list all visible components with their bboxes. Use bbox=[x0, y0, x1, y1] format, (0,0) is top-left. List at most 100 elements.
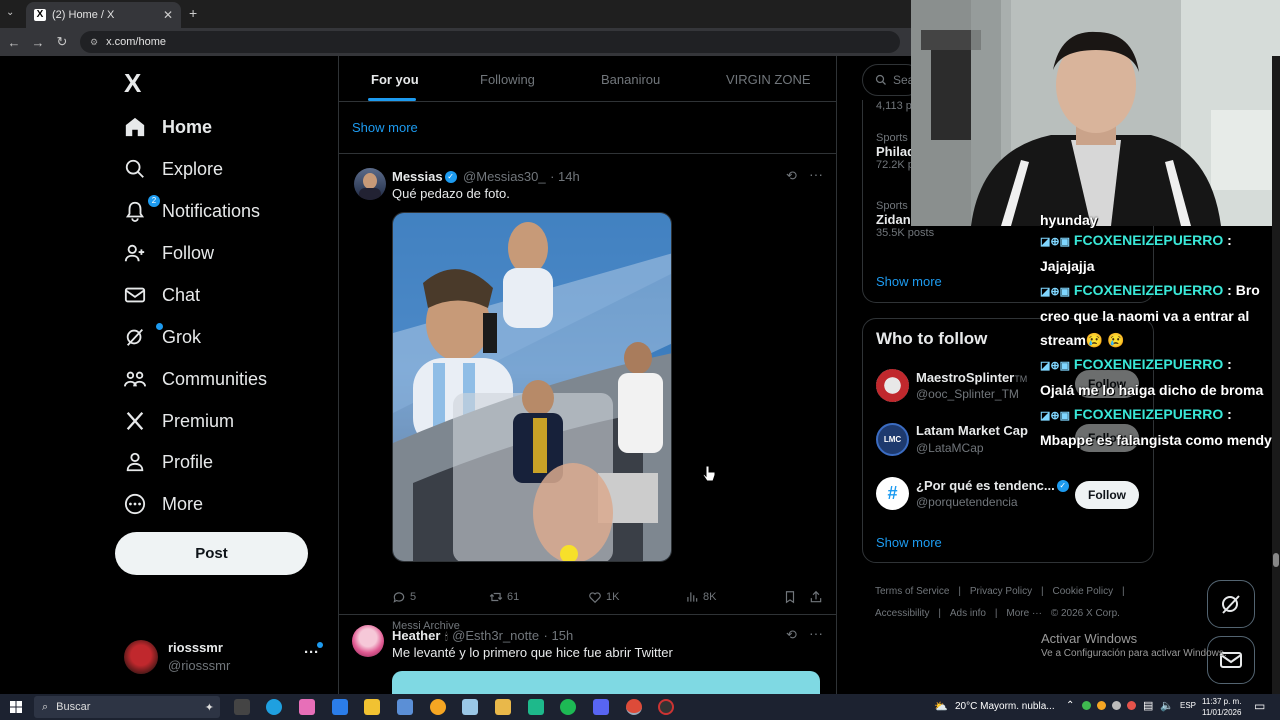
activate-title: Activar Windows bbox=[1041, 631, 1138, 646]
show-more-link[interactable]: Show more bbox=[876, 274, 942, 289]
scrollbar-thumb[interactable] bbox=[1273, 553, 1279, 567]
nav-explore[interactable]: Explore bbox=[124, 151, 223, 187]
show-more-link[interactable]: Show more bbox=[352, 120, 418, 135]
tweet-author-handle[interactable]: @Messias30_ bbox=[463, 169, 546, 184]
tray-app-icon[interactable] bbox=[1127, 701, 1136, 710]
footer-privacy[interactable]: Privacy Policy bbox=[970, 586, 1032, 597]
follow-button[interactable]: Follow bbox=[1075, 481, 1139, 509]
nav-notifications[interactable]: 2 Notifications bbox=[124, 193, 260, 229]
reply-button[interactable]: 5 bbox=[392, 590, 416, 604]
notification-badge: 2 bbox=[148, 195, 160, 207]
nav-premium[interactable]: Premium bbox=[124, 403, 234, 439]
tab-virgin-zone[interactable]: VIRGIN ZONE bbox=[726, 72, 811, 87]
tray-app-icon[interactable] bbox=[1082, 701, 1091, 710]
retweet-button[interactable]: 61 bbox=[489, 590, 519, 604]
obs-icon[interactable] bbox=[658, 699, 674, 715]
nav-more[interactable]: More bbox=[124, 486, 203, 522]
tweet-more-icon[interactable]: ··· bbox=[809, 625, 823, 641]
clock[interactable]: 11:37 p. m. 11/01/2026 bbox=[1202, 696, 1241, 718]
tab-list-chevron-icon[interactable]: ⌄ bbox=[6, 7, 14, 18]
grok-float-button[interactable] bbox=[1207, 580, 1255, 628]
footer-ads[interactable]: Ads info bbox=[950, 608, 986, 619]
views-button[interactable]: 8K bbox=[685, 590, 716, 604]
account-handle: @riosssmr bbox=[168, 658, 231, 673]
copilot-icon[interactable] bbox=[299, 699, 315, 715]
discord-icon[interactable] bbox=[593, 699, 609, 715]
store-icon[interactable] bbox=[364, 699, 380, 715]
post-button[interactable]: Post bbox=[115, 532, 308, 575]
bookmark-button[interactable] bbox=[783, 590, 797, 604]
edge-icon[interactable] bbox=[266, 699, 282, 715]
tray-chevron-icon[interactable]: ⌃ bbox=[1066, 700, 1074, 711]
tweet-avatar[interactable] bbox=[352, 625, 384, 657]
nav-home[interactable]: Home bbox=[124, 109, 212, 145]
tweet[interactable]: Messias ✓ @Messias30_ · 14h ⟲ ··· Qué ped… bbox=[339, 154, 836, 632]
close-tab-icon[interactable]: ✕ bbox=[163, 8, 173, 22]
tweet-author-name[interactable]: Heather bbox=[392, 628, 440, 643]
tweet-image[interactable] bbox=[392, 212, 672, 562]
chat-separator: : bbox=[1223, 406, 1232, 422]
nav-communities[interactable]: Communities bbox=[124, 361, 267, 397]
tweet[interactable]: Heather 🕯 @Esth3r_notte · 15h ⟲ ··· Me l… bbox=[339, 615, 836, 694]
grok-analyze-icon[interactable]: ⟲ bbox=[786, 168, 797, 184]
speaker-icon[interactable]: 🔈 bbox=[1160, 699, 1174, 712]
tweet-image[interactable] bbox=[392, 671, 820, 694]
site-info-icon[interactable]: ⚙ bbox=[90, 37, 98, 48]
tab-for-you[interactable]: For you bbox=[371, 72, 419, 87]
nav-profile[interactable]: Profile bbox=[124, 444, 213, 480]
chat-badges-icon: ◪⊕▣ bbox=[1040, 360, 1071, 372]
tweet-time[interactable]: · 14h bbox=[550, 169, 580, 184]
trend-item[interactable]: Sports Philad 72.2K p bbox=[876, 132, 915, 171]
tweet-more-icon[interactable]: ··· bbox=[809, 166, 823, 182]
url-field[interactable]: ⚙ x.com/home bbox=[80, 31, 900, 53]
taskbar-search[interactable]: ⌕ Buscar ✦ bbox=[34, 696, 220, 718]
account-switcher[interactable]: riosssmr @riosssmr ··· bbox=[124, 636, 329, 676]
reload-icon[interactable]: ↻ bbox=[50, 34, 74, 50]
page-scrollbar[interactable] bbox=[1272, 56, 1280, 694]
nav-follow[interactable]: Follow bbox=[124, 235, 214, 271]
new-tab-button[interactable]: + bbox=[189, 5, 197, 21]
nav-chat[interactable]: Chat bbox=[124, 277, 200, 313]
like-button[interactable]: 1K bbox=[588, 590, 619, 604]
tab-following[interactable]: Following bbox=[480, 72, 535, 87]
trend-posts: 35.5K posts bbox=[876, 227, 935, 239]
footer-terms[interactable]: Terms of Service bbox=[875, 586, 949, 597]
tweet-time[interactable]: · 15h bbox=[544, 628, 574, 643]
x-logo-icon[interactable]: X bbox=[124, 68, 141, 99]
network-icon[interactable]: ▤ bbox=[1143, 699, 1153, 712]
app-icon[interactable] bbox=[430, 699, 446, 715]
chat-message: ◪⊕▣ FCOXENEIZEPUERRO : Ojalá me lo haiga… bbox=[1040, 352, 1280, 402]
vscode-icon[interactable] bbox=[397, 699, 413, 715]
tweet-author-handle[interactable]: @Esth3r_notte bbox=[452, 628, 539, 643]
task-view-icon[interactable] bbox=[234, 699, 250, 715]
nav-grok[interactable]: Grok bbox=[124, 319, 201, 355]
tray-app-icon[interactable] bbox=[1097, 701, 1106, 710]
chrome-icon[interactable] bbox=[626, 699, 642, 715]
outlook-icon[interactable] bbox=[332, 699, 348, 715]
notification-center-icon[interactable]: ▭ bbox=[1254, 699, 1265, 713]
show-more-link[interactable]: Show more bbox=[876, 535, 942, 550]
forward-icon[interactable]: → bbox=[26, 35, 50, 50]
footer-accessibility[interactable]: Accessibility bbox=[875, 608, 929, 619]
chat-text: Jajajajja bbox=[1040, 258, 1095, 274]
back-icon[interactable]: ← bbox=[2, 35, 26, 50]
follow-suggestion[interactable]: # ¿Por qué es tendenc... ✓ @porquetendenc… bbox=[876, 477, 1144, 517]
footer-cookie[interactable]: Cookie Policy bbox=[1053, 586, 1114, 597]
grok-analyze-icon[interactable]: ⟲ bbox=[786, 627, 797, 643]
weather-text[interactable]: 20°C Mayorm. nubla... bbox=[955, 701, 1055, 712]
tweet-avatar[interactable] bbox=[354, 168, 386, 200]
tab-bananirou[interactable]: Bananirou bbox=[601, 72, 660, 87]
app-icon[interactable] bbox=[462, 699, 478, 715]
grok-icon bbox=[1222, 595, 1240, 614]
language-indicator[interactable]: ESP bbox=[1180, 701, 1196, 710]
windows-start-icon[interactable] bbox=[10, 701, 22, 713]
spotify-icon[interactable] bbox=[560, 699, 576, 715]
app-icon[interactable] bbox=[528, 699, 544, 715]
tray-app-icon[interactable] bbox=[1112, 701, 1121, 710]
share-button[interactable] bbox=[809, 590, 823, 604]
footer-more[interactable]: More ··· bbox=[1006, 608, 1042, 619]
file-explorer-icon[interactable] bbox=[495, 699, 511, 715]
left-sidebar: X Home Explore 2 Notifications Follow Ch… bbox=[110, 56, 338, 694]
tweet-author-name[interactable]: Messias bbox=[392, 169, 443, 184]
browser-tab[interactable]: X (2) Home / X ✕ bbox=[26, 2, 181, 28]
